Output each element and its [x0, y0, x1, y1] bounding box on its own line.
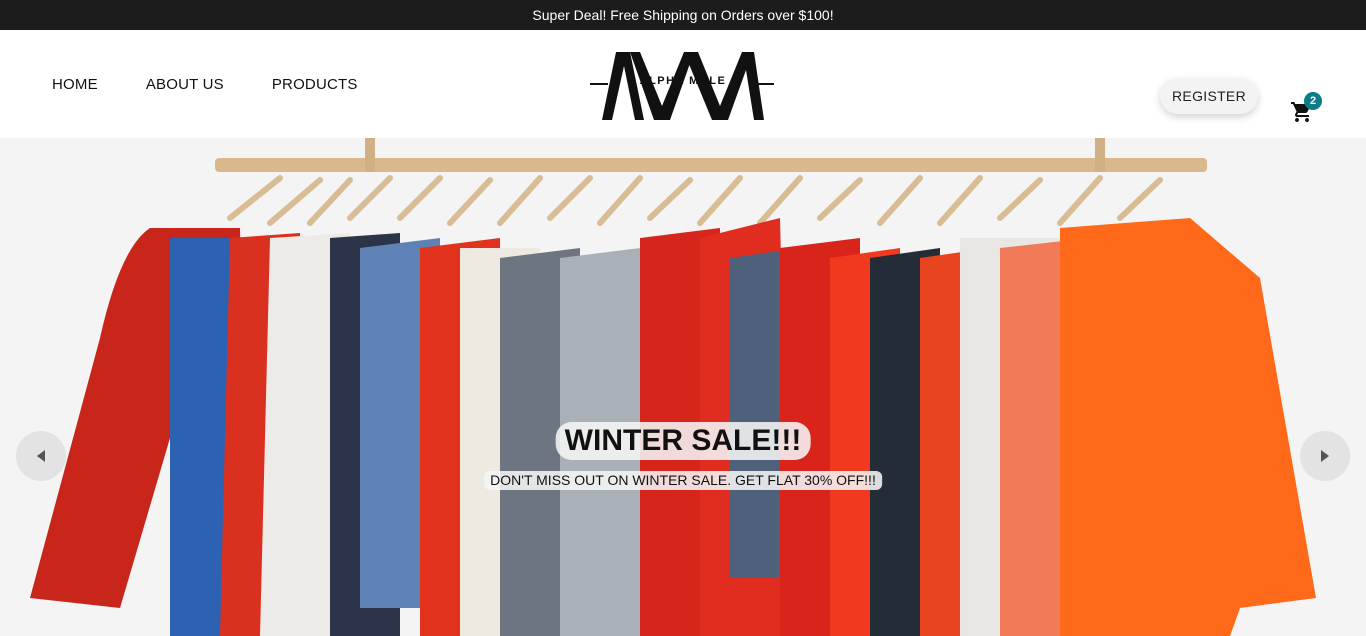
arrow-left-icon: [37, 450, 45, 462]
slider-next-button[interactable]: [1300, 431, 1350, 481]
hero-slider: WINTER SALE!!! DON'T MISS OUT ON WINTER …: [0, 138, 1366, 636]
hero-subtitle: DON'T MISS OUT ON WINTER SALE. GET FLAT …: [484, 471, 882, 490]
announcement-bar: Super Deal! Free Shipping on Orders over…: [0, 0, 1366, 30]
arrow-right-icon: [1321, 450, 1329, 462]
main-nav: HOME ABOUT US PRODUCTS: [52, 30, 358, 138]
brand-logo[interactable]: ALPHA MALE: [588, 46, 778, 120]
site-header: HOME ABOUT US PRODUCTS ALPHA MALE REGIST…: [0, 30, 1366, 138]
announcement-text: Super Deal! Free Shipping on Orders over…: [532, 7, 834, 23]
register-button[interactable]: REGISTER: [1160, 78, 1258, 114]
hero-title: WINTER SALE!!!: [555, 422, 811, 460]
nav-home[interactable]: HOME: [52, 76, 98, 93]
cart-count-badge: 2: [1304, 92, 1322, 110]
nav-products[interactable]: PRODUCTS: [272, 76, 358, 93]
nav-about-us[interactable]: ABOUT US: [146, 76, 224, 93]
slider-prev-button[interactable]: [16, 431, 66, 481]
logo-text: ALPHA MALE: [639, 75, 727, 87]
clothing-rack-image: [30, 138, 1316, 636]
